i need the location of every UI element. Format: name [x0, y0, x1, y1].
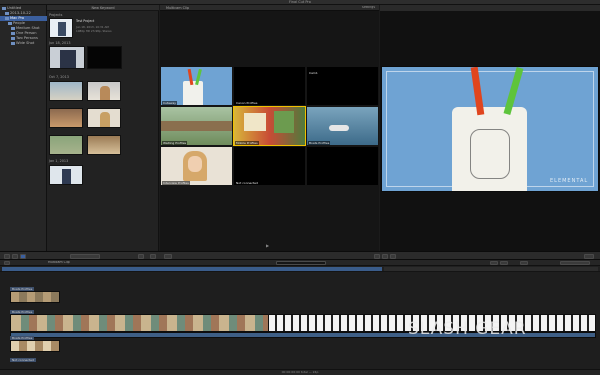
angle-viewer: Multicam Clip Settings Cutaway Canon Pro…: [160, 5, 379, 251]
project-name: Test Project: [76, 19, 95, 23]
angle-cell[interactable]: Not connected: [234, 147, 305, 185]
clip-thumbnail[interactable]: [49, 46, 85, 69]
clip-thumbnail[interactable]: [87, 108, 121, 128]
project-format: 1080p HD 23.98p, Stereo: [76, 29, 112, 33]
library-sidebar: Untitled 2013-10-22 Mac Pro People Mediu…: [0, 5, 47, 251]
multicam-primary-bar[interactable]: [2, 267, 382, 271]
angle-cell[interactable]: Boats Profiles: [307, 107, 378, 145]
browser-title: New Keyword: [91, 6, 115, 10]
angle-viewer-header: Multicam Clip Settings: [160, 5, 379, 11]
filter-search-input[interactable]: [70, 254, 100, 259]
keyword-icon: [11, 26, 15, 30]
status-bar: 00:00:00:00 total — 24p: [0, 369, 600, 375]
timeline-index-button[interactable]: [4, 261, 10, 265]
snapping-button[interactable]: [520, 261, 528, 265]
angle-cell[interactable]: Interview Profiles: [161, 147, 232, 185]
angle-label: Waiting Profiles: [162, 141, 188, 145]
back-icon[interactable]: [374, 254, 380, 259]
folder-icon: [2, 6, 6, 10]
event-browser: New Keyword Projects Test Project Jun 18…: [47, 5, 159, 251]
clip-thumbnail[interactable]: [49, 81, 83, 101]
angle-label: Canon Profiles: [235, 101, 259, 105]
angle-label: Cam1: [308, 71, 319, 75]
angle-cell[interactable]: Waiting Profiles: [161, 107, 232, 145]
play-icon[interactable]: [382, 254, 388, 259]
toolbar: [0, 251, 600, 260]
angle-viewer-title: Multicam Clip: [166, 6, 190, 10]
angle-cell[interactable]: [307, 147, 378, 185]
tool-trim-button[interactable]: [500, 261, 508, 265]
timeline-title: Multicam Clip: [48, 261, 70, 264]
browser-toggle-button[interactable]: [20, 254, 26, 259]
angle-cell[interactable]: Canon Profiles: [234, 67, 305, 105]
section-jun-18[interactable]: Jun 18, 2013: [49, 41, 70, 45]
import-button[interactable]: [4, 254, 10, 259]
settings-menu[interactable]: Settings: [362, 6, 375, 10]
folder-icon: [5, 11, 9, 15]
clip-thumbnail[interactable]: [87, 135, 121, 155]
viewer-header: [380, 5, 600, 11]
clip-thumbnail[interactable]: [49, 108, 83, 128]
clip-thumbnail[interactable]: [49, 165, 83, 185]
forward-icon[interactable]: [390, 254, 396, 259]
keyword-icon: [11, 36, 15, 40]
status-text: 00:00:00:00 total — 24p: [281, 371, 319, 374]
library-item-wide-shot[interactable]: Wide Shot: [0, 41, 47, 46]
clip-thumbnail[interactable]: [49, 135, 83, 155]
project-thumbnail[interactable]: [49, 18, 73, 38]
angle-settings-button[interactable]: [164, 254, 172, 259]
angle-label: Interview Profiles: [162, 181, 190, 185]
watermark-logo: SLASH GEAR: [408, 319, 527, 339]
filter-icon[interactable]: [150, 254, 156, 259]
zoom-slider[interactable]: [560, 261, 590, 265]
angle-label: Cutaway: [162, 101, 178, 105]
clip-thumbnail[interactable]: [87, 46, 122, 69]
viewer-overlay-text: ELEMENTAL: [550, 178, 589, 184]
keyword-icon: [11, 31, 15, 35]
section-oct-7[interactable]: Oct 7, 2013: [49, 75, 69, 79]
folder-icon: [5, 16, 9, 20]
angle-cell[interactable]: Cam1: [307, 67, 378, 105]
keyword-icon: [11, 41, 15, 45]
angle-label: Not connected: [235, 181, 259, 185]
angle-cell[interactable]: Cutaway: [161, 67, 232, 105]
play-icon[interactable]: ▶: [266, 243, 271, 248]
section-jan-1[interactable]: Jan 1, 2013: [49, 159, 68, 163]
folder-icon: [8, 21, 12, 25]
clip-appearance-button[interactable]: [138, 254, 144, 259]
section-projects[interactable]: Projects: [49, 13, 62, 17]
clip-thumbnail[interactable]: [87, 81, 121, 101]
window-title: Final Cut Pro: [289, 0, 311, 4]
library-toggle-button[interactable]: [12, 254, 18, 259]
angle-label: Mobile Profiles: [235, 141, 259, 145]
timeline-clip[interactable]: [10, 291, 60, 303]
viewer: ELEMENTAL: [380, 5, 600, 251]
viewer-frame: ELEMENTAL: [381, 66, 599, 192]
timeline-clip[interactable]: [10, 340, 60, 352]
timecode-display[interactable]: [276, 261, 326, 265]
angle-cell-active[interactable]: Mobile Profiles: [233, 106, 306, 146]
tool-select-button[interactable]: [490, 261, 498, 265]
fullscreen-button[interactable]: [584, 254, 594, 259]
browser-header: New Keyword: [47, 5, 159, 11]
angle-label: Boats Profiles: [308, 141, 331, 145]
track-label: Not connected: [10, 358, 36, 362]
